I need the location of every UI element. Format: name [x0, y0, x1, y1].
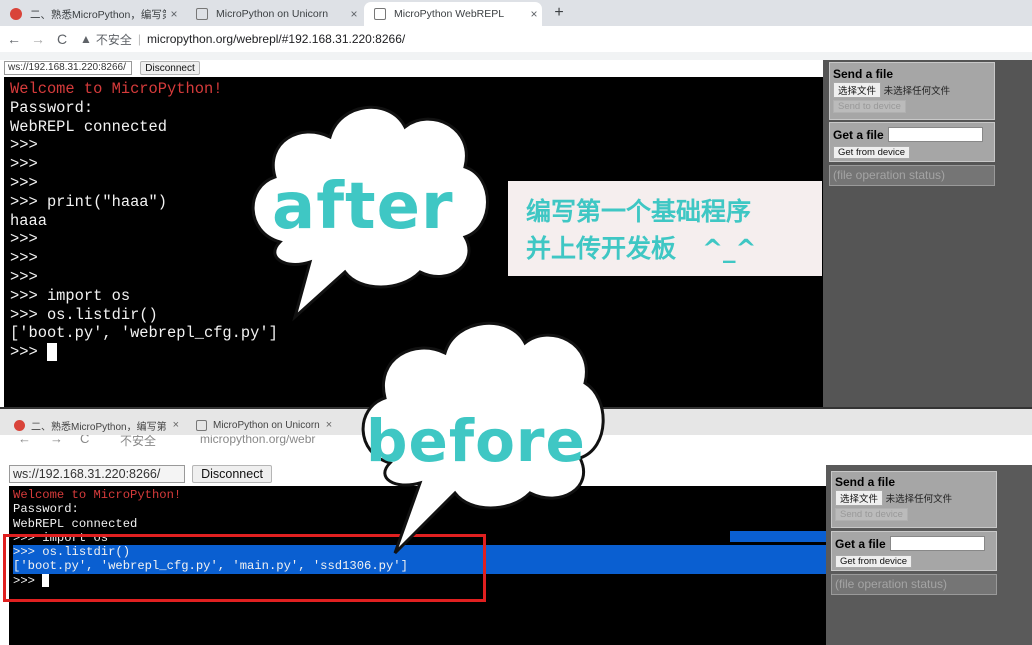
close-icon[interactable]: × — [526, 7, 542, 21]
no-file-label: 未选择任何文件 — [885, 494, 953, 505]
reload-button[interactable]: C — [80, 435, 89, 446]
insecure-label: 不安全 — [95, 32, 132, 47]
insecure-label: 不安全 — [120, 435, 157, 448]
get-file-input[interactable] — [890, 536, 986, 552]
get-file-title: Get a file — [835, 537, 886, 551]
terminal-line-text: >>> — [10, 343, 47, 362]
close-icon[interactable]: × — [326, 419, 332, 431]
before-get-file-panel: Get a file Get from device — [831, 531, 997, 571]
tab-label: 二、熟悉MicroPython，编写第 — [30, 8, 166, 21]
url-separator: | — [137, 32, 142, 46]
ws-url-input[interactable]: ws://192.168.31.220:8266/ — [4, 61, 132, 75]
close-icon[interactable]: × — [173, 419, 179, 431]
send-to-device-button[interactable]: Send to device — [833, 100, 906, 113]
before-label: before — [366, 407, 586, 475]
back-button[interactable]: ← — [4, 29, 24, 49]
close-icon[interactable]: × — [346, 7, 362, 21]
tab-webrepl[interactable]: MicroPython WebREPL × — [364, 2, 542, 26]
tab-strip: 二、熟悉MicroPython，编写第 × MicroPython on Uni… — [0, 0, 1032, 26]
back-button[interactable]: ← — [18, 435, 31, 446]
send-file-title: Send a file — [833, 67, 894, 81]
address-bar: ← → C ▲ 不安全 | micropython.org/webrepl/#1… — [0, 26, 1032, 52]
terminal-line-text: >>> — [10, 155, 38, 174]
tab-label: MicroPython on Unicorn — [216, 8, 329, 20]
page-icon — [196, 419, 207, 431]
send-file-title: Send a file — [835, 475, 896, 489]
terminal-line-text: >>> — [10, 136, 38, 155]
terminal-line-text: >>> import os — [10, 286, 131, 305]
terminal-line-text: >>> — [10, 249, 38, 268]
send-to-device-button[interactable]: Send to device — [835, 508, 908, 521]
file-status: (file operation status) — [829, 165, 995, 186]
before-ws-url-input[interactable]: ws://192.168.31.220:8266/ — [9, 465, 185, 483]
screenshot-root: 二、熟悉MicroPython，编写第 × MicroPython on Uni… — [0, 0, 1032, 645]
get-from-device-button[interactable]: Get from device — [835, 555, 913, 568]
forward-button[interactable]: → — [28, 29, 48, 49]
terminal-line-text: Password: — [13, 502, 79, 517]
terminal-line-text: ['boot.py', 'webrepl_cfg.py'] — [10, 324, 278, 343]
terminal-line-text: >>> print("haaa") — [10, 192, 168, 211]
tab-label: MicroPython on Unicorn — [213, 419, 320, 431]
terminal-line-text: >>> — [10, 173, 38, 192]
choose-file-button[interactable]: 选择文件 — [835, 490, 884, 506]
tab-micropython-unicorn[interactable]: MicroPython on Unicorn × — [186, 2, 362, 26]
caption-line-1: 编写第一个基础程序 — [526, 197, 752, 226]
before-disconnect-button[interactable]: Disconnect — [192, 465, 272, 483]
terminal-line-text: >>> os.listdir() — [10, 305, 158, 324]
page-icon — [374, 8, 386, 20]
url-text: micropython.org/webrepl/#192.168.31.220:… — [147, 32, 406, 46]
no-file-label: 未选择任何文件 — [883, 86, 951, 97]
terminal-line-text: >>> — [10, 230, 38, 249]
disconnect-button[interactable]: Disconnect — [140, 61, 200, 75]
caption-line-2: 并上传开发板 ^_^ — [526, 234, 757, 263]
reload-button[interactable]: C — [52, 29, 72, 49]
forward-button[interactable]: → — [50, 435, 63, 446]
before-file-status: (file operation status) — [831, 574, 997, 595]
terminal-line-text: Welcome to MicroPython! — [13, 488, 182, 502]
favicon-red-icon — [10, 8, 22, 20]
terminal-cursor — [46, 343, 57, 362]
after-label: after — [272, 170, 454, 244]
get-file-title: Get a file — [833, 128, 884, 142]
selection-highlight — [730, 531, 826, 542]
close-icon[interactable]: × — [166, 7, 182, 21]
terminal-line-text: haaa — [10, 211, 47, 230]
terminal-line-text: Password: — [10, 98, 94, 117]
terminal-line-text: WebREPL connected — [13, 516, 138, 531]
get-file-panel: Get a file Get from device — [829, 122, 995, 162]
send-file-panel: Send a file 选择文件 未选择任何文件 Send to device — [829, 62, 995, 120]
before-tab-csdn-article[interactable]: 二、熟悉MicroPython，编写第 × — [6, 415, 184, 435]
tab-csdn-article[interactable]: 二、熟悉MicroPython，编写第 × — [0, 2, 182, 26]
warning-icon[interactable]: ▲ — [80, 32, 92, 46]
terminal-line-text: WebREPL connected — [10, 117, 168, 136]
favicon-red-icon — [14, 419, 25, 431]
get-from-device-button[interactable]: Get from device — [833, 146, 911, 159]
page-icon — [196, 8, 208, 20]
choose-file-button[interactable]: 选择文件 — [833, 82, 882, 98]
tab-label: 二、熟悉MicroPython，编写第 — [31, 421, 167, 433]
caption-box: 编写第一个基础程序 并上传开发板 ^_^ — [508, 181, 822, 276]
get-file-input[interactable] — [888, 127, 984, 143]
terminal-line-text: >>> — [10, 267, 38, 286]
url-text: micropython.org/webr — [200, 435, 316, 446]
before-tab-micropython-unicorn[interactable]: MicroPython on Unicorn × — [188, 415, 358, 435]
page-top-gap — [0, 52, 1032, 60]
url-field[interactable]: ▲ 不安全 | micropython.org/webrepl/#192.168… — [80, 28, 1030, 50]
new-tab-button[interactable]: + — [549, 2, 569, 24]
before-send-file-panel: Send a file 选择文件 未选择任何文件 Send to device — [831, 471, 997, 528]
tab-label: MicroPython WebREPL — [394, 8, 505, 20]
terminal-line-text: Welcome to MicroPython! — [10, 80, 223, 98]
